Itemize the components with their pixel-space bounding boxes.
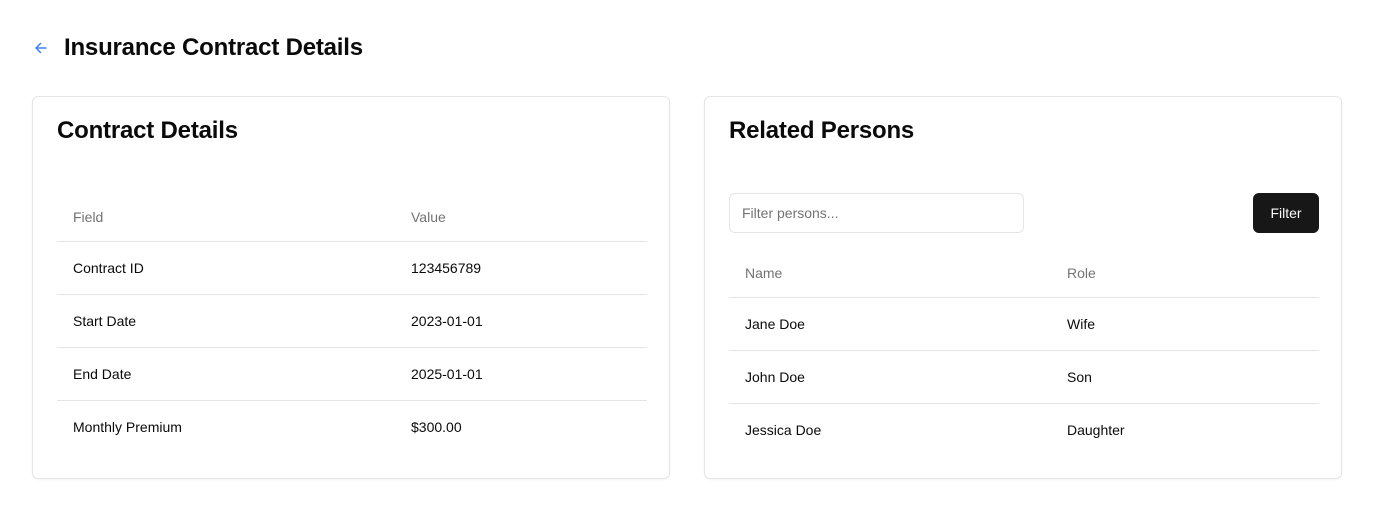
field-cell: Start Date: [57, 294, 395, 348]
name-cell: Jessica Doe: [745, 422, 822, 438]
page-header: Insurance Contract Details: [32, 28, 363, 68]
page: Insurance Contract Details Contract Deta…: [0, 0, 1376, 513]
arrow-left-icon: [35, 42, 47, 54]
page-title: Insurance Contract Details: [64, 34, 363, 61]
card-title: Contract Details: [57, 117, 238, 144]
role-cell: Daughter: [1067, 422, 1125, 438]
table-row: Start Date 2023-01-01: [57, 294, 647, 348]
field-cell: Monthly Premium: [73, 419, 182, 435]
back-button[interactable]: [32, 39, 50, 57]
card-title: Related Persons: [729, 117, 915, 144]
filter-button[interactable]: Filter: [1253, 193, 1319, 233]
column-header-value: Value: [395, 193, 647, 242]
table-header-row: Field Value: [57, 193, 647, 242]
table-row: Jessica Doe Daughter: [729, 404, 1319, 457]
role-cell: Wife: [1051, 297, 1319, 351]
table-row: End Date 2025-01-01: [57, 347, 647, 401]
table-row: Monthly Premium $300.00: [57, 401, 647, 454]
contract-details-card: Contract Details Field Value Contract ID…: [32, 96, 670, 479]
table-row: Contract ID 123456789: [57, 241, 647, 295]
column-header-name: Name: [729, 249, 1051, 298]
related-persons-table: Name Role Jane Doe Wife John Doe Son Jes…: [729, 249, 1319, 456]
name-cell: John Doe: [729, 350, 1051, 404]
column-header-field: Field: [57, 193, 395, 242]
table-row: Jane Doe Wife: [729, 297, 1319, 351]
name-cell: Jane Doe: [729, 297, 1051, 351]
field-cell: End Date: [57, 347, 395, 401]
contract-details-table: Field Value Contract ID 123456789 Start …: [57, 193, 647, 453]
value-cell: $300.00: [411, 419, 462, 435]
value-cell: 2025-01-01: [395, 347, 647, 401]
table-row: John Doe Son: [729, 350, 1319, 404]
related-persons-card: Related Persons Filter Name Role Jane Do…: [704, 96, 1342, 479]
filter-persons-input[interactable]: [729, 193, 1024, 233]
value-cell: 123456789: [395, 241, 647, 295]
role-cell: Son: [1051, 350, 1319, 404]
field-cell: Contract ID: [57, 241, 395, 295]
value-cell: 2023-01-01: [395, 294, 647, 348]
column-header-role: Role: [1051, 249, 1319, 298]
table-header-row: Name Role: [729, 249, 1319, 298]
